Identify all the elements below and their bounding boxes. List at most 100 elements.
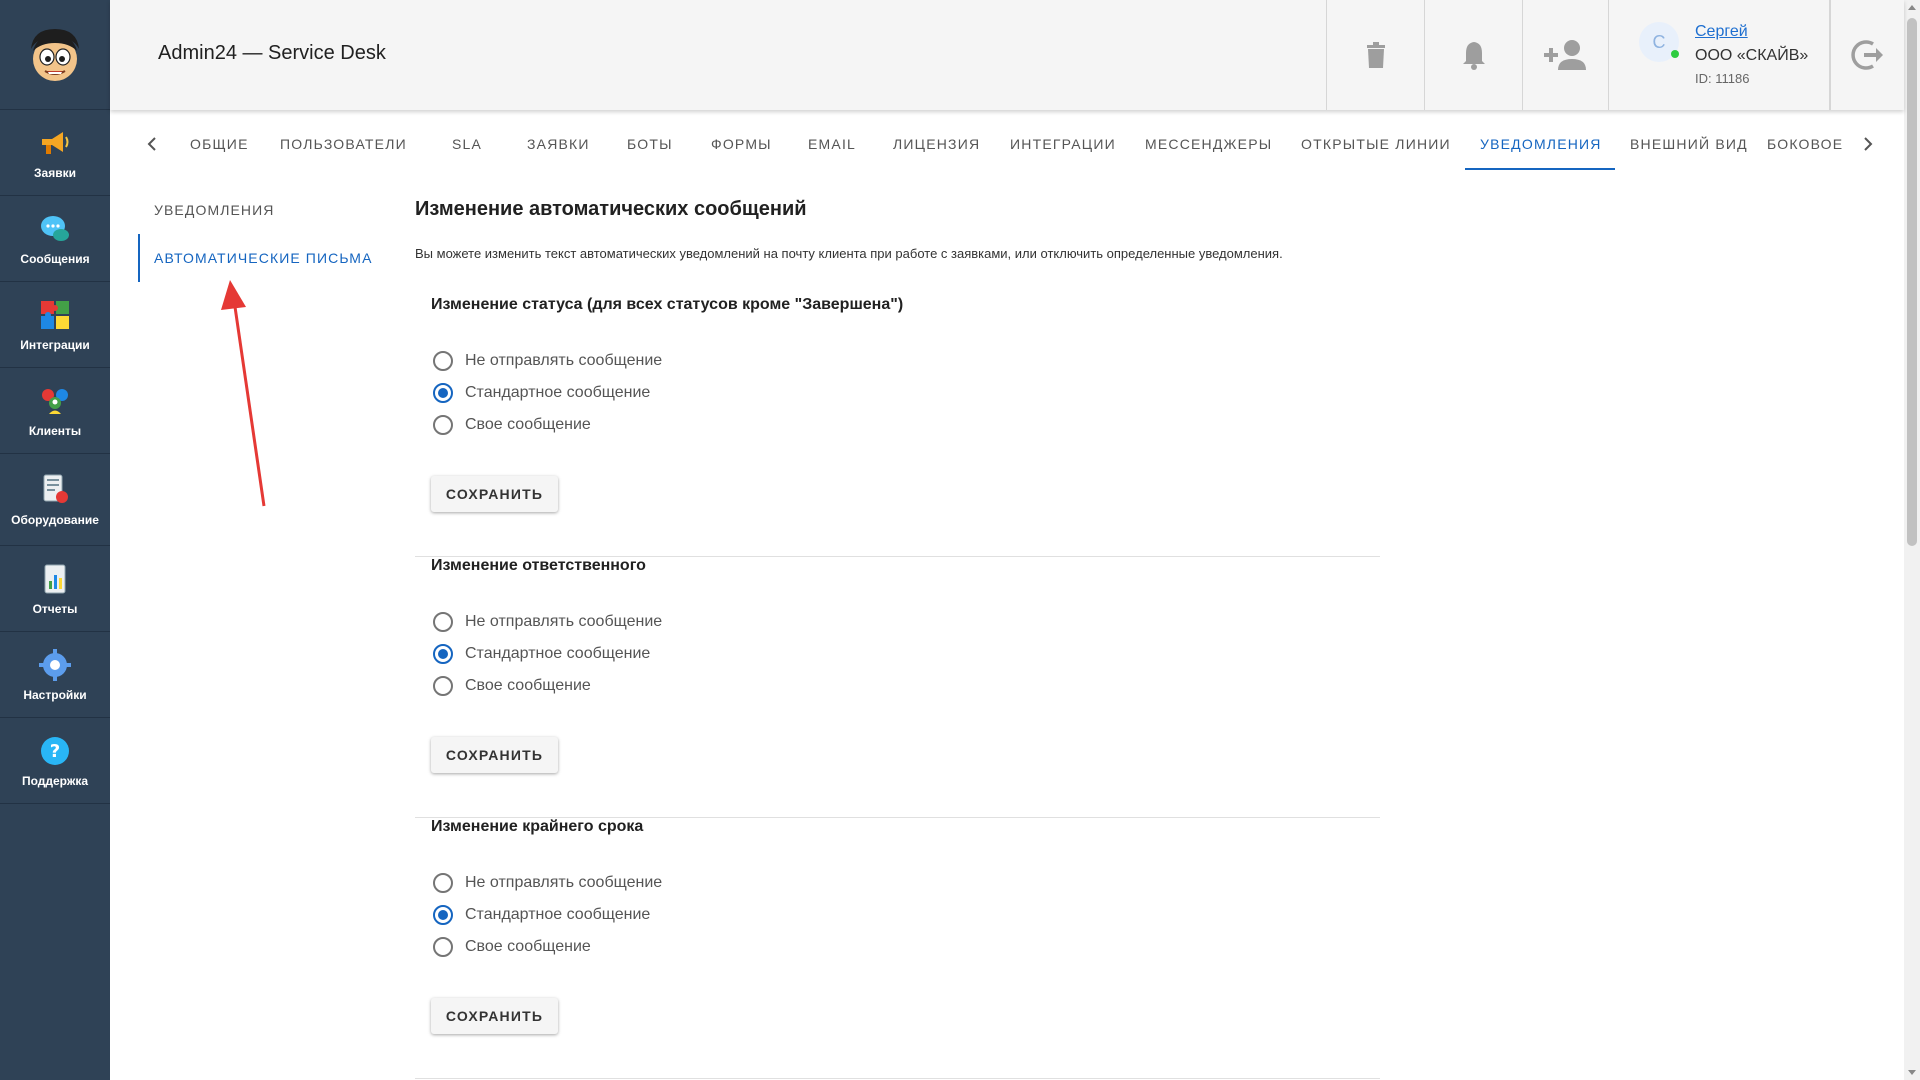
user-profile[interactable]: С Сергей ООО «СКАЙВ» ID: 11186: [1608, 0, 1830, 110]
radio-option-standard[interactable]: Стандартное сообщение: [433, 904, 650, 926]
user-organization: ООО «СКАЙВ»: [1695, 47, 1809, 64]
sidebar-item-support[interactable]: ? Поддержка: [0, 718, 110, 804]
radio-label: Не отправлять сообщение: [465, 352, 663, 369]
sidebar-item-tickets[interactable]: Заявки: [0, 110, 110, 196]
tab-bots[interactable]: БОТЫ: [627, 136, 673, 152]
logout-icon: [1850, 40, 1883, 70]
radio-option-standard[interactable]: Стандартное сообщение: [433, 382, 650, 404]
radio-option-none[interactable]: Не отправлять сообщение: [433, 350, 662, 372]
tab-notifications[interactable]: УВЕДОМЛЕНИЯ: [1480, 136, 1602, 152]
tab-email[interactable]: EMAIL: [808, 136, 856, 152]
notification-section-deadline: Изменение крайнего срока Не отправлять с…: [415, 818, 1380, 1079]
app-title: Admin24 — Service Desk: [158, 42, 386, 64]
sidebar-item-label: Настройки: [23, 687, 87, 702]
logout-button[interactable]: [1830, 0, 1904, 110]
svg-text:?: ?: [50, 741, 60, 762]
radio-unchecked-icon[interactable]: [433, 873, 453, 893]
tab-open-lines[interactable]: ОТКРЫТЫЕ ЛИНИИ: [1301, 136, 1451, 152]
tabs-scroll-left-button[interactable]: [140, 134, 164, 158]
mascot-logo-icon: [31, 28, 79, 81]
section-title: Изменение ответственного: [431, 557, 646, 574]
section-title: Изменение статуса (для всех статусов кро…: [431, 296, 904, 313]
tab-users[interactable]: ПОЛЬЗОВАТЕЛИ: [280, 136, 407, 152]
page-description: Вы можете изменить текст автоматических …: [415, 246, 1283, 261]
radio-option-none[interactable]: Не отправлять сообщение: [433, 611, 662, 633]
radio-label: Стандартное сообщение: [465, 645, 651, 662]
subnav-notifications[interactable]: УВЕДОМЛЕНИЯ: [154, 202, 275, 218]
save-button[interactable]: СОХРАНИТЬ: [431, 476, 558, 512]
tab-sidebar[interactable]: БОКОВОЕ: [1767, 136, 1843, 152]
sidebar-item-integrations[interactable]: Интеграции: [0, 282, 110, 368]
save-button[interactable]: СОХРАНИТЬ: [431, 737, 558, 773]
user-id: ID: 11186: [1695, 71, 1750, 86]
tab-general[interactable]: ОБЩИЕ: [190, 136, 249, 152]
notification-section-status: Изменение статуса (для всех статусов кро…: [415, 296, 1380, 557]
scroll-thumb[interactable]: [1907, 18, 1917, 546]
sidebar-item-clients[interactable]: Клиенты: [0, 368, 110, 454]
tab-messengers[interactable]: МЕССЕНДЖЕРЫ: [1145, 136, 1272, 152]
trash-icon: [1366, 42, 1385, 68]
app-logo[interactable]: [0, 0, 110, 110]
top-header: Admin24 — Service Desk С Сергей ООО «СКА…: [110, 0, 1904, 110]
sidebar-item-messages[interactable]: Сообщения: [0, 196, 110, 282]
radio-option-custom[interactable]: Свое сообщение: [433, 675, 591, 697]
clients-icon: [38, 384, 72, 418]
tab-integrations[interactable]: ИНТЕГРАЦИИ: [1010, 136, 1116, 152]
sidebar-item-label: Интеграции: [20, 337, 90, 352]
radio-unchecked-icon[interactable]: [433, 351, 453, 371]
radio-label: Свое сообщение: [465, 938, 591, 955]
sidebar-item-equipment[interactable]: Оборудование: [0, 454, 110, 546]
subnav-active-indicator: [138, 234, 140, 282]
settings-tabs: ОБЩИЕ ПОЛЬЗОВАТЕЛИ SLA ЗАЯВКИ БОТЫ ФОРМЫ…: [132, 122, 1892, 172]
chat-bubble-icon: [38, 212, 72, 246]
radio-unchecked-icon[interactable]: [433, 937, 453, 957]
radio-label: Не отправлять сообщение: [465, 613, 663, 630]
help-icon: ?: [38, 734, 72, 768]
radio-checked-icon[interactable]: [433, 644, 453, 664]
sidebar-item-label: Оборудование: [11, 512, 99, 527]
radio-unchecked-icon[interactable]: [433, 415, 453, 435]
notification-section-assignee: Изменение ответственного Не отправлять с…: [415, 557, 1380, 818]
radio-option-custom[interactable]: Свое сообщение: [433, 936, 591, 958]
radio-label: Не отправлять сообщение: [465, 874, 663, 891]
tab-appearance[interactable]: ВНЕШНИЙ ВИД: [1630, 136, 1748, 152]
radio-checked-icon[interactable]: [433, 905, 453, 925]
scroll-up-arrow[interactable]: [1908, 5, 1916, 10]
section-title: Изменение крайнего срока: [431, 818, 644, 835]
radio-label: Свое сообщение: [465, 416, 591, 433]
page-title: Изменение автоматических сообщений: [415, 198, 807, 220]
page-scrollbar[interactable]: [1904, 0, 1920, 1080]
megaphone-icon: [38, 126, 72, 160]
sidebar-item-label: Сообщения: [20, 251, 90, 266]
main-content: Изменение автоматических сообщений Вы мо…: [415, 198, 1380, 1079]
user-name-link[interactable]: Сергей: [1695, 23, 1748, 41]
notifications-button[interactable]: [1424, 0, 1522, 110]
sidebar-item-label: Поддержка: [21, 773, 89, 788]
radio-option-custom[interactable]: Свое сообщение: [433, 414, 591, 436]
tabs-scroll-right-button[interactable]: [1856, 134, 1880, 158]
add-user-button[interactable]: [1522, 0, 1608, 110]
tab-tickets[interactable]: ЗАЯВКИ: [527, 136, 590, 152]
tab-forms[interactable]: ФОРМЫ: [711, 136, 772, 152]
sidebar-item-settings[interactable]: Настройки: [0, 632, 110, 718]
subnav-auto-emails[interactable]: АВТОМАТИЧЕСКИЕ ПИСЬМА: [154, 250, 373, 266]
sidebar-item-reports[interactable]: Отчеты: [0, 546, 110, 632]
radio-checked-icon[interactable]: [433, 383, 453, 403]
equipment-icon: [38, 473, 72, 507]
scroll-down-arrow[interactable]: [1908, 1070, 1916, 1075]
tab-license[interactable]: ЛИЦЕНЗИЯ: [893, 136, 980, 152]
sidebar-item-label: Клиенты: [28, 423, 82, 438]
trash-button[interactable]: [1326, 0, 1424, 110]
save-button[interactable]: СОХРАНИТЬ: [431, 998, 558, 1034]
radio-unchecked-icon[interactable]: [433, 612, 453, 632]
radio-option-standard[interactable]: Стандартное сообщение: [433, 643, 650, 665]
sidebar: Заявки Сообщения Интеграции Клиенты Обор…: [0, 0, 110, 1080]
report-icon: [38, 562, 72, 596]
tab-sla[interactable]: SLA: [452, 136, 482, 152]
radio-unchecked-icon[interactable]: [433, 676, 453, 696]
chevron-right-icon: [1864, 137, 1873, 151]
gear-icon: [38, 648, 72, 682]
puzzle-icon: [38, 298, 72, 332]
radio-option-none[interactable]: Не отправлять сообщение: [433, 872, 662, 894]
bell-icon: [1462, 42, 1485, 70]
